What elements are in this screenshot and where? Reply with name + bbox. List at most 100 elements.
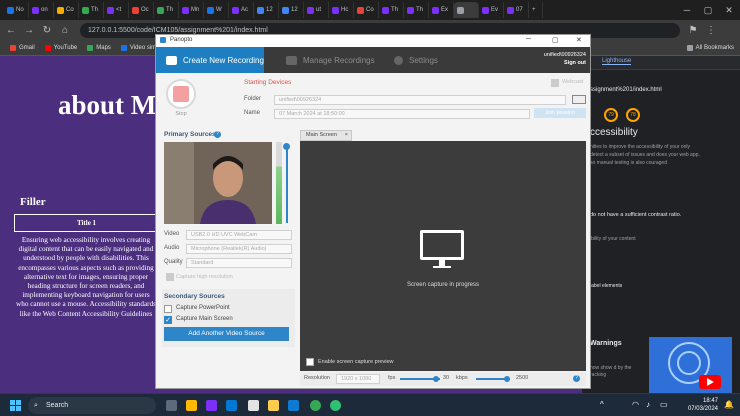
browser-tab[interactable]: Co xyxy=(354,2,379,18)
browser-tab[interactable]: W xyxy=(204,2,229,18)
windows-start-icon[interactable] xyxy=(10,400,21,411)
all-bookmarks[interactable]: All Bookmarks xyxy=(686,45,734,51)
chrome-icon[interactable] xyxy=(310,400,321,411)
add-video-source-button[interactable]: Add Another Video Source xyxy=(164,327,289,341)
volume-icon[interactable]: ♪ xyxy=(646,400,650,409)
tab-favicon-icon xyxy=(182,6,189,14)
volume-slider-handle[interactable] xyxy=(283,143,290,150)
vscode-icon[interactable] xyxy=(288,400,299,411)
capture-main-screen-checkbox[interactable]: ✓ xyxy=(164,316,172,324)
audit-contrast-item[interactable]: do not have a sufficient contrast ratio. xyxy=(590,212,681,218)
tab-manage-recordings[interactable]: Manage Recordings xyxy=(276,47,376,73)
tab-lighthouse[interactable]: Lighthouse xyxy=(602,58,632,65)
browser-tab[interactable]: on xyxy=(29,2,54,18)
browser-tab[interactable]: ut xyxy=(304,2,329,18)
back-arrow-icon[interactable]: ← xyxy=(4,25,18,36)
tab-favicon-icon xyxy=(457,6,464,14)
capture-powerpoint-checkbox[interactable] xyxy=(164,305,172,313)
maximize-window-button[interactable]: ▢ xyxy=(697,0,719,20)
browser-tab[interactable]: 12 xyxy=(254,2,279,18)
record-button[interactable] xyxy=(173,86,189,102)
info-icon[interactable]: ? xyxy=(214,131,221,138)
score-gauge[interactable]: 79 xyxy=(604,108,618,122)
sign-out-link[interactable]: Sign out xyxy=(528,59,586,67)
browser-tab[interactable]: No xyxy=(4,2,29,18)
browser-tab[interactable]: Co xyxy=(54,2,79,18)
video-thumbnail[interactable] xyxy=(649,337,732,393)
tray-chevron-icon[interactable]: ^ xyxy=(600,400,604,409)
status-starting-devices: Starting Devices xyxy=(244,79,292,86)
browser-tab[interactable]: Th xyxy=(154,2,179,18)
close-tab-icon[interactable]: × xyxy=(345,131,348,140)
browser-tab[interactable]: Th xyxy=(379,2,404,18)
webcast-checkbox[interactable] xyxy=(551,79,559,87)
tab-favicon-icon xyxy=(232,6,239,14)
score-gauge[interactable]: 78 xyxy=(626,108,640,122)
browser-tab[interactable]: 07 xyxy=(504,2,529,18)
windows-taskbar: ⌕ Search ^ ◠ ♪ ▭ 18:47 07/03/2024 🔔 xyxy=(0,393,740,416)
browser-tab[interactable]: Ev xyxy=(479,2,504,18)
task-view-icon[interactable] xyxy=(166,400,177,411)
browser-tab[interactable]: Th xyxy=(404,2,429,18)
browser-tab-strip: No on Co Th <t Oc Th Mn W Ac 12 12 ut Hc Co Th Th Ex Ev 07 + xyxy=(0,0,740,20)
browser-tab[interactable]: 12 xyxy=(279,2,304,18)
forward-arrow-icon[interactable]: → xyxy=(22,25,36,36)
tab-settings[interactable]: Settings xyxy=(384,47,474,73)
primary-sources-heading: Primary Sources xyxy=(164,131,216,138)
minimize-icon[interactable]: ─ xyxy=(526,36,531,43)
fps-slider-handle[interactable] xyxy=(433,376,439,382)
minimize-window-button[interactable]: ─ xyxy=(676,0,698,20)
extensions-icon[interactable]: ⚑ xyxy=(686,25,700,36)
home-icon[interactable]: ⌂ xyxy=(58,25,72,36)
video-label: Video xyxy=(164,231,180,237)
resolution-select[interactable]: 1920 x 1080 xyxy=(336,374,380,384)
folder-field[interactable]: unified\00926324 xyxy=(274,95,566,105)
browser-tab[interactable]: Th xyxy=(79,2,104,18)
volume-slider-track[interactable] xyxy=(286,145,288,223)
audit-label-item[interactable]: label elements xyxy=(590,283,622,289)
edge-icon[interactable] xyxy=(226,400,237,411)
file-explorer-icon[interactable] xyxy=(186,400,197,411)
battery-icon[interactable]: ▭ xyxy=(660,400,668,409)
bookmark-gmail[interactable]: Gmail xyxy=(10,45,35,51)
notification-icon[interactable]: 🔔 xyxy=(724,400,734,409)
capture-status-text: Screen capture in progress xyxy=(406,282,480,288)
bookmark-maps[interactable]: Maps xyxy=(87,45,111,51)
tab-main-screen[interactable]: Main Screen × xyxy=(300,130,352,141)
enable-preview-checkbox[interactable] xyxy=(306,358,314,366)
browser-tab[interactable]: Ex xyxy=(429,2,454,18)
audio-source-select[interactable]: Microphone (Realtek(R) Audio) xyxy=(186,244,292,254)
store-icon[interactable] xyxy=(248,400,259,411)
filler-heading: Filler xyxy=(20,196,46,208)
preview-toggle-icon[interactable] xyxy=(572,95,586,104)
high-res-checkbox[interactable] xyxy=(166,273,174,281)
tab-create-recording[interactable]: Create New Recording xyxy=(156,47,264,73)
monitor-base-icon xyxy=(433,266,451,268)
browser-tab[interactable] xyxy=(454,2,479,18)
browser-tab[interactable]: Hc xyxy=(329,2,354,18)
quality-select[interactable]: Standard xyxy=(186,258,292,268)
help-icon[interactable]: ? xyxy=(573,375,580,382)
bookmark-youtube[interactable]: YouTube xyxy=(44,45,77,51)
new-tab-button[interactable]: + xyxy=(529,2,543,18)
app-icon[interactable] xyxy=(206,400,217,411)
taskbar-search-input[interactable]: ⌕ Search xyxy=(28,397,156,414)
maximize-icon[interactable]: ▢ xyxy=(552,36,559,44)
browser-tab[interactable]: <t xyxy=(104,2,129,18)
video-source-select[interactable]: USB2.0 HD UVC WebCam xyxy=(186,230,292,240)
capture-settings-bar: Resolution 1920 x 1080 fps 30 kbps 2500 … xyxy=(300,372,586,386)
join-session-button[interactable]: Join session xyxy=(534,108,586,118)
clock[interactable]: 18:47 07/03/2024 xyxy=(682,397,718,413)
folder-icon[interactable] xyxy=(268,400,279,411)
reload-icon[interactable]: ↻ xyxy=(40,25,54,36)
wifi-icon[interactable]: ◠ xyxy=(632,400,639,409)
close-icon[interactable]: ✕ xyxy=(576,36,582,44)
browser-tab[interactable]: Mn xyxy=(179,2,204,18)
close-window-button[interactable]: ✕ xyxy=(718,0,740,20)
browser-tab[interactable]: Ac xyxy=(229,2,254,18)
browser-tab[interactable]: Oc xyxy=(129,2,154,18)
app-green-icon[interactable] xyxy=(330,400,341,411)
name-field[interactable]: 07 March 2024 at 18:50:00 xyxy=(274,109,530,119)
kbps-slider-handle[interactable] xyxy=(504,376,510,382)
menu-icon[interactable]: ⋮ xyxy=(704,25,718,36)
